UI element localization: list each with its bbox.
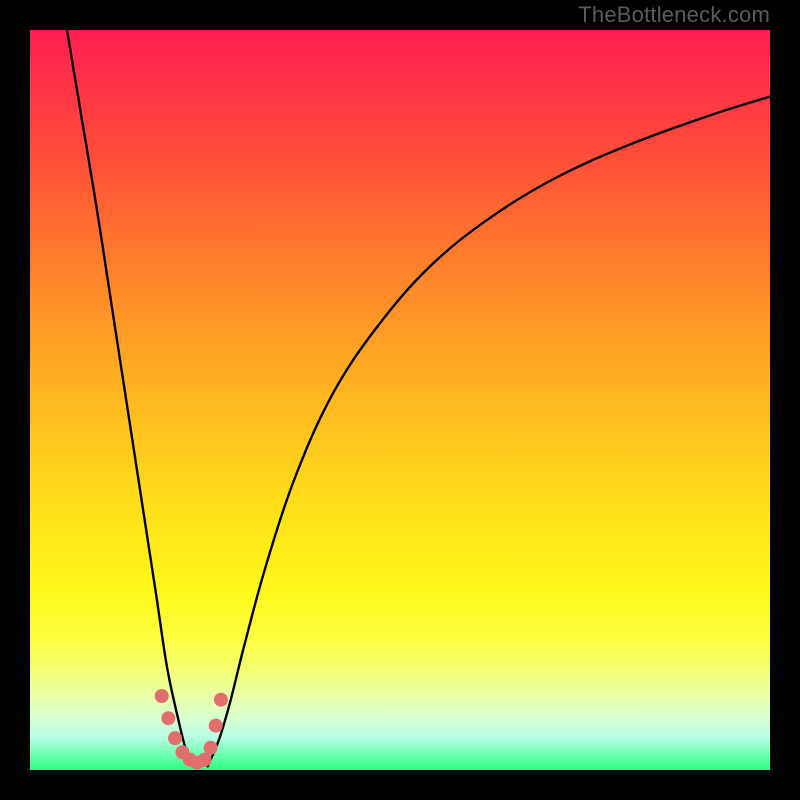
curve-layer <box>30 30 770 770</box>
marker-group <box>155 689 228 770</box>
plot-area <box>30 30 770 770</box>
data-marker <box>161 711 175 725</box>
chart-frame: TheBottleneck.com <box>0 0 800 800</box>
data-marker <box>155 689 169 703</box>
watermark-text: TheBottleneck.com <box>578 2 770 28</box>
curve-right-branch <box>208 97 770 767</box>
data-marker <box>214 693 228 707</box>
data-marker <box>198 753 212 767</box>
data-marker <box>209 719 223 733</box>
curve-group <box>67 30 770 766</box>
data-marker <box>168 731 182 745</box>
data-marker <box>204 741 218 755</box>
curve-left-branch <box>67 30 193 766</box>
